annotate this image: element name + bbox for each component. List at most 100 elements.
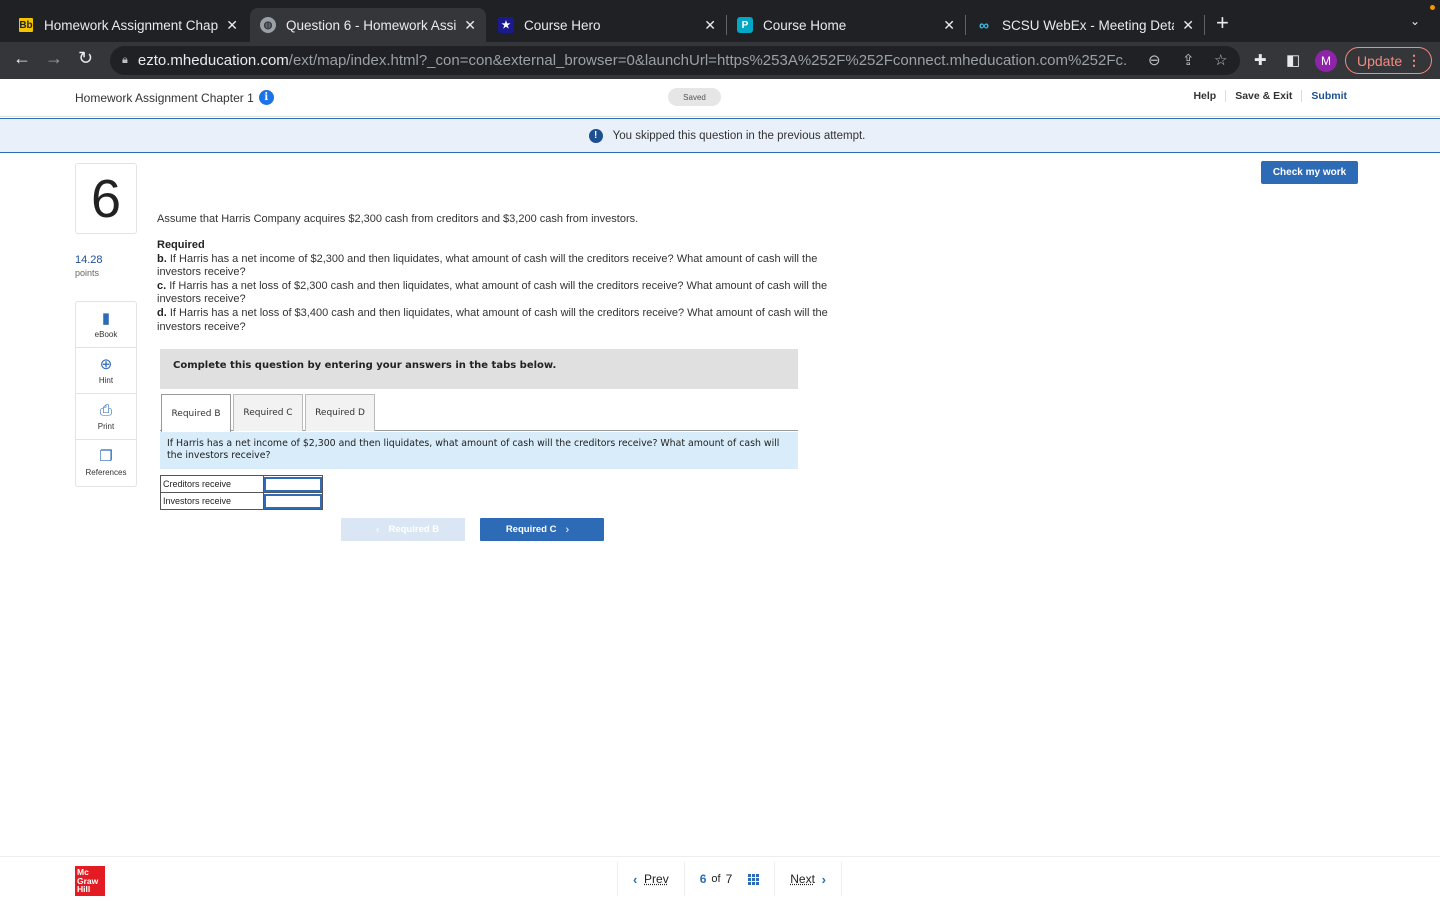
tool-label: Hint [98, 375, 114, 385]
hint-button[interactable]: ⊕ Hint [76, 348, 136, 394]
globe-icon: ◍ [260, 17, 276, 33]
part-text: If Harris has a net loss of $2,300 cash … [157, 279, 828, 306]
browser-toolbar: ← → ↻ 🔒︎ ezto.mheducation.com/ext/map/in… [0, 42, 1440, 79]
close-tab-icon[interactable]: ✕ [226, 17, 238, 34]
tab-title: SCSU WebEx - Meeting Detail [1002, 17, 1175, 33]
prev-label: Prev [644, 872, 669, 886]
part-text: If Harris has a net loss of $3,400 cash … [157, 306, 828, 333]
next-required-button[interactable]: Required C › [480, 518, 604, 541]
table-row: Creditors receive [160, 475, 323, 493]
tab-search-icon[interactable]: ⌄ [1410, 14, 1420, 28]
requirement-c: c. If Harris has a net loss of $2,300 ca… [157, 280, 862, 307]
zoom-icon[interactable]: ⊖ [1148, 51, 1161, 69]
of-label: of [711, 873, 721, 885]
browser-tab-active[interactable]: ◍ Question 6 - Homework Assign ✕ [250, 8, 486, 42]
close-tab-icon[interactable]: ✕ [943, 17, 955, 34]
tab-title: Question 6 - Homework Assign [286, 17, 457, 33]
address-bar[interactable]: 🔒︎ ezto.mheducation.com/ext/map/index.ht… [110, 46, 1240, 75]
tool-label: Print [97, 421, 115, 431]
check-my-work-button[interactable]: Check my work [1261, 161, 1358, 184]
footer: Mc Graw Hill ‹ Prev 6 of 7 Next › [0, 856, 1440, 900]
page-indicator: 6 of 7 [683, 862, 775, 896]
extensions-icon[interactable]: ✚ [1254, 51, 1267, 69]
prev-question-button[interactable]: ‹ Prev [617, 862, 684, 896]
answer-cell [263, 492, 323, 510]
references-button[interactable]: ❐ References [76, 440, 136, 486]
required-heading: Required [157, 239, 205, 251]
close-tab-icon[interactable]: ✕ [464, 17, 476, 34]
required-tabs: Required B Required C Required D [160, 394, 798, 432]
share-icon[interactable]: ⇪ [1182, 51, 1195, 69]
url-path: /ext/map/index.html?_con=con&external_br… [288, 52, 1128, 69]
question-requirements: Required b. If Harris has a net income o… [157, 239, 862, 334]
assignment-title: Homework Assignment Chapter 1 i [75, 90, 274, 105]
side-panel-icon[interactable]: ◧ [1286, 51, 1300, 69]
table-row: Investors receive [160, 492, 323, 510]
update-button[interactable]: Update ⋮ [1345, 47, 1432, 74]
points-label: points [75, 268, 100, 278]
chevron-left-icon: ‹ [375, 523, 380, 536]
tool-label: eBook [94, 329, 118, 339]
tab-prompt: If Harris has a net income of $2,300 and… [160, 432, 798, 469]
requirement-b: b. If Harris has a net income of $2,300 … [157, 253, 862, 280]
lock-icon: 🔒︎ [122, 54, 128, 66]
question-grid-icon[interactable] [748, 873, 760, 885]
question-number: 6 [75, 163, 137, 234]
update-label: Update [1357, 52, 1403, 69]
current-page: 6 [699, 872, 707, 886]
tab-title: Homework Assignment Chapte [44, 17, 219, 33]
mcgraw-hill-logo: Mc Graw Hill [75, 866, 105, 896]
browser-tab[interactable]: ∞ SCSU WebEx - Meeting Detail ✕ [966, 8, 1204, 42]
part-text: If Harris has a net income of $2,300 and… [157, 252, 818, 279]
chevron-right-icon: › [565, 523, 570, 536]
info-icon[interactable]: i [258, 90, 274, 105]
chevron-left-icon: ‹ [633, 871, 638, 887]
profile-avatar[interactable]: M [1315, 50, 1337, 72]
back-icon[interactable]: ← [13, 48, 31, 69]
forward-icon[interactable]: → [45, 48, 63, 69]
bookmark-star-icon[interactable]: ☆ [1214, 51, 1227, 69]
course-hero-icon: ★ [498, 17, 514, 33]
reload-icon[interactable]: ↻ [78, 48, 93, 69]
prev-required-button[interactable]: ‹ Required B [341, 518, 465, 541]
row-label: Creditors receive [160, 475, 264, 493]
help-link[interactable]: Help [1184, 90, 1225, 102]
browser-tab[interactable]: ★ Course Hero ✕ [488, 8, 726, 42]
chevron-right-icon: › [821, 871, 826, 887]
book-icon: ▮ [101, 309, 111, 327]
menu-dots-icon: ⋮ [1407, 52, 1421, 68]
next-question-button[interactable]: Next › [774, 862, 842, 896]
tab-required-d[interactable]: Required D [305, 394, 375, 431]
saved-status-badge: Saved [668, 88, 721, 106]
browser-tab[interactable]: P Course Home ✕ [727, 8, 965, 42]
tab-title: Course Hero [524, 17, 601, 33]
browser-tab-bar: Bb Homework Assignment Chapte ✕ ◍ Questi… [0, 0, 1440, 42]
new-tab-icon[interactable]: + [1216, 10, 1229, 36]
tab-required-b[interactable]: Required B [161, 394, 231, 432]
logo-line: Hill [77, 884, 91, 894]
question-intro: Assume that Harris Company acquires $2,3… [157, 213, 639, 225]
close-tab-icon[interactable]: ✕ [704, 17, 716, 34]
url-host: ezto.mheducation.com [137, 52, 289, 69]
browser-tab[interactable]: Bb Homework Assignment Chapte ✕ [8, 8, 248, 42]
printer-icon: ⎙ [99, 401, 112, 419]
assignment-title-text: Homework Assignment Chapter 1 [75, 90, 254, 105]
banner-message: You skipped this question in the previou… [612, 129, 866, 142]
points-value: 14.28 [75, 254, 103, 266]
creditors-receive-input[interactable] [264, 476, 322, 492]
tab-title: Course Home [763, 17, 847, 33]
close-tab-icon[interactable]: ✕ [1182, 17, 1194, 34]
input-flag-icon [265, 494, 268, 500]
ebook-button[interactable]: ▮ eBook [76, 302, 136, 348]
tab-required-c[interactable]: Required C [233, 394, 303, 431]
print-button[interactable]: ⎙ Print [76, 394, 136, 440]
blackboard-icon: Bb [18, 17, 34, 33]
lifebuoy-icon: ⊕ [99, 355, 113, 373]
webex-icon: ∞ [979, 17, 989, 33]
submit-link[interactable]: Submit [1301, 90, 1356, 102]
total-pages: 7 [725, 872, 733, 886]
next-required-label: Required C [505, 524, 557, 535]
input-flag-icon [265, 477, 268, 483]
investors-receive-input[interactable] [264, 493, 322, 509]
save-exit-link[interactable]: Save & Exit [1225, 90, 1301, 102]
